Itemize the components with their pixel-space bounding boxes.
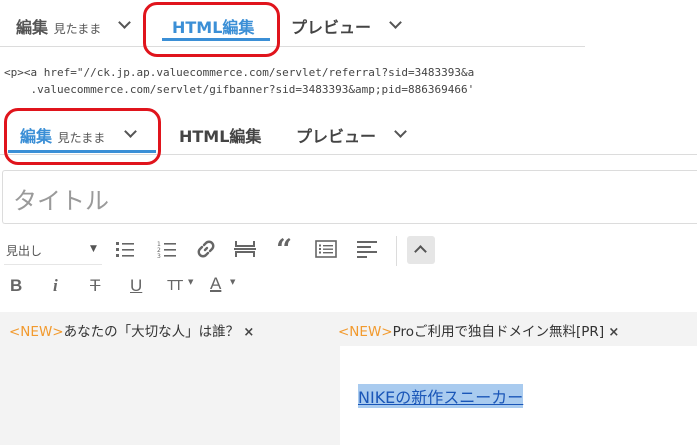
chevron-down-icon[interactable] xyxy=(394,125,407,138)
font-size-icon[interactable]: TT xyxy=(167,277,183,294)
html-code-line-2: .valuecommerce.com/servlet/gifbanner?sid… xyxy=(4,83,475,96)
editor-tab-preview-label: プレビュー xyxy=(296,127,377,146)
top-tab-preview-label: プレビュー xyxy=(291,18,372,37)
horizontal-rule-icon[interactable] xyxy=(234,240,256,258)
table-of-contents-icon[interactable] xyxy=(315,240,337,258)
text-align-icon[interactable] xyxy=(356,240,378,258)
numbered-list-icon[interactable]: 1 2 3 xyxy=(157,240,177,258)
select-caret-icon: ▼ xyxy=(90,244,97,254)
font-color-icon[interactable]: A xyxy=(210,274,221,294)
title-placeholder: タイトル xyxy=(13,187,109,215)
svg-text:3: 3 xyxy=(157,253,161,258)
selected-link-text[interactable]: NIKEの新作スニーカー xyxy=(358,384,524,408)
editor-tab-preview[interactable]: プレビュー xyxy=(296,123,376,147)
bullet-list-icon[interactable] xyxy=(115,240,135,258)
html-code-line-1: <p><a href="//ck.jp.ap.valuecommerce.com… xyxy=(4,66,475,79)
collapse-toolbar-button[interactable] xyxy=(407,236,435,264)
notice-bar: <NEW>あなたの「大切な人」は誰？ × <NEW>Proご利用で独自ドメイン無… xyxy=(0,312,697,346)
link-icon[interactable] xyxy=(196,239,216,259)
notice-item[interactable]: <NEW>Proご利用で独自ドメイン無料[PR] × xyxy=(338,320,619,340)
heading-select[interactable]: 見出し ▼ xyxy=(4,238,102,265)
editor-left-gutter xyxy=(0,346,340,445)
italic-icon[interactable]: i xyxy=(53,276,58,296)
new-tag: <NEW> xyxy=(338,324,393,340)
top-tab-preview[interactable]: プレビュー xyxy=(291,14,371,38)
highlight-html-tab xyxy=(143,2,280,57)
top-tab-edit-sub: 見たまま xyxy=(53,22,102,36)
heading-select-value: 見出し xyxy=(6,244,43,258)
top-tab-bar: 編集 見たまま HTML編集 プレビュー xyxy=(0,0,585,48)
highlight-edit-tab xyxy=(4,108,161,165)
chevron-down-icon[interactable] xyxy=(389,16,402,29)
top-divider xyxy=(0,46,585,47)
toolbar-divider xyxy=(396,236,397,266)
chevron-down-icon[interactable] xyxy=(118,16,131,29)
editor-tab-html[interactable]: HTML編集 xyxy=(179,123,261,147)
chevron-up-icon xyxy=(414,245,427,258)
quote-icon[interactable]: “ xyxy=(276,233,292,266)
notice-text: あなたの「大切な人」は誰？ xyxy=(63,324,240,340)
underline-icon[interactable]: U xyxy=(130,276,142,296)
close-icon[interactable]: × xyxy=(243,325,254,340)
top-tab-edit-label: 編集 xyxy=(16,18,49,37)
new-tag: <NEW> xyxy=(9,324,64,340)
editor-tab-html-label: HTML編集 xyxy=(179,127,262,146)
bold-icon[interactable]: B xyxy=(10,276,22,296)
close-icon[interactable]: × xyxy=(608,325,619,340)
top-tab-edit[interactable]: 編集 見たまま xyxy=(16,14,101,38)
font-size-caret-icon: ▼ xyxy=(188,278,194,286)
editor-body[interactable]: NIKEの新作スニーカー xyxy=(340,346,697,445)
title-input[interactable]: タイトル xyxy=(2,170,697,224)
font-color-caret-icon: ▼ xyxy=(230,278,236,286)
notice-text: Proご利用で独自ドメイン無料[PR] xyxy=(392,324,605,340)
notice-item[interactable]: <NEW>あなたの「大切な人」は誰？ × xyxy=(9,320,254,340)
strikethrough-icon[interactable]: T xyxy=(90,276,100,296)
